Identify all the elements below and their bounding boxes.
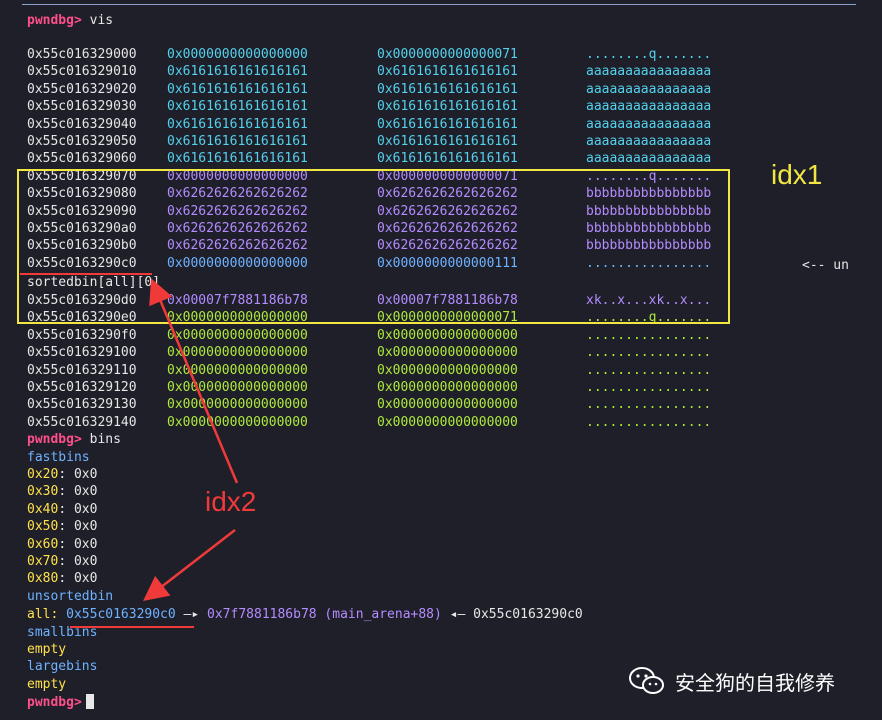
arrow-to-unsorted bbox=[143, 529, 236, 602]
annotation-arrows bbox=[143, 278, 239, 602]
arrow-to-chunk bbox=[149, 278, 239, 484]
wechat-watermark: 安全狗的自我修养 bbox=[627, 663, 835, 699]
wechat-icon bbox=[629, 667, 664, 694]
watermark-text: 安全狗的自我修养 bbox=[675, 670, 835, 695]
